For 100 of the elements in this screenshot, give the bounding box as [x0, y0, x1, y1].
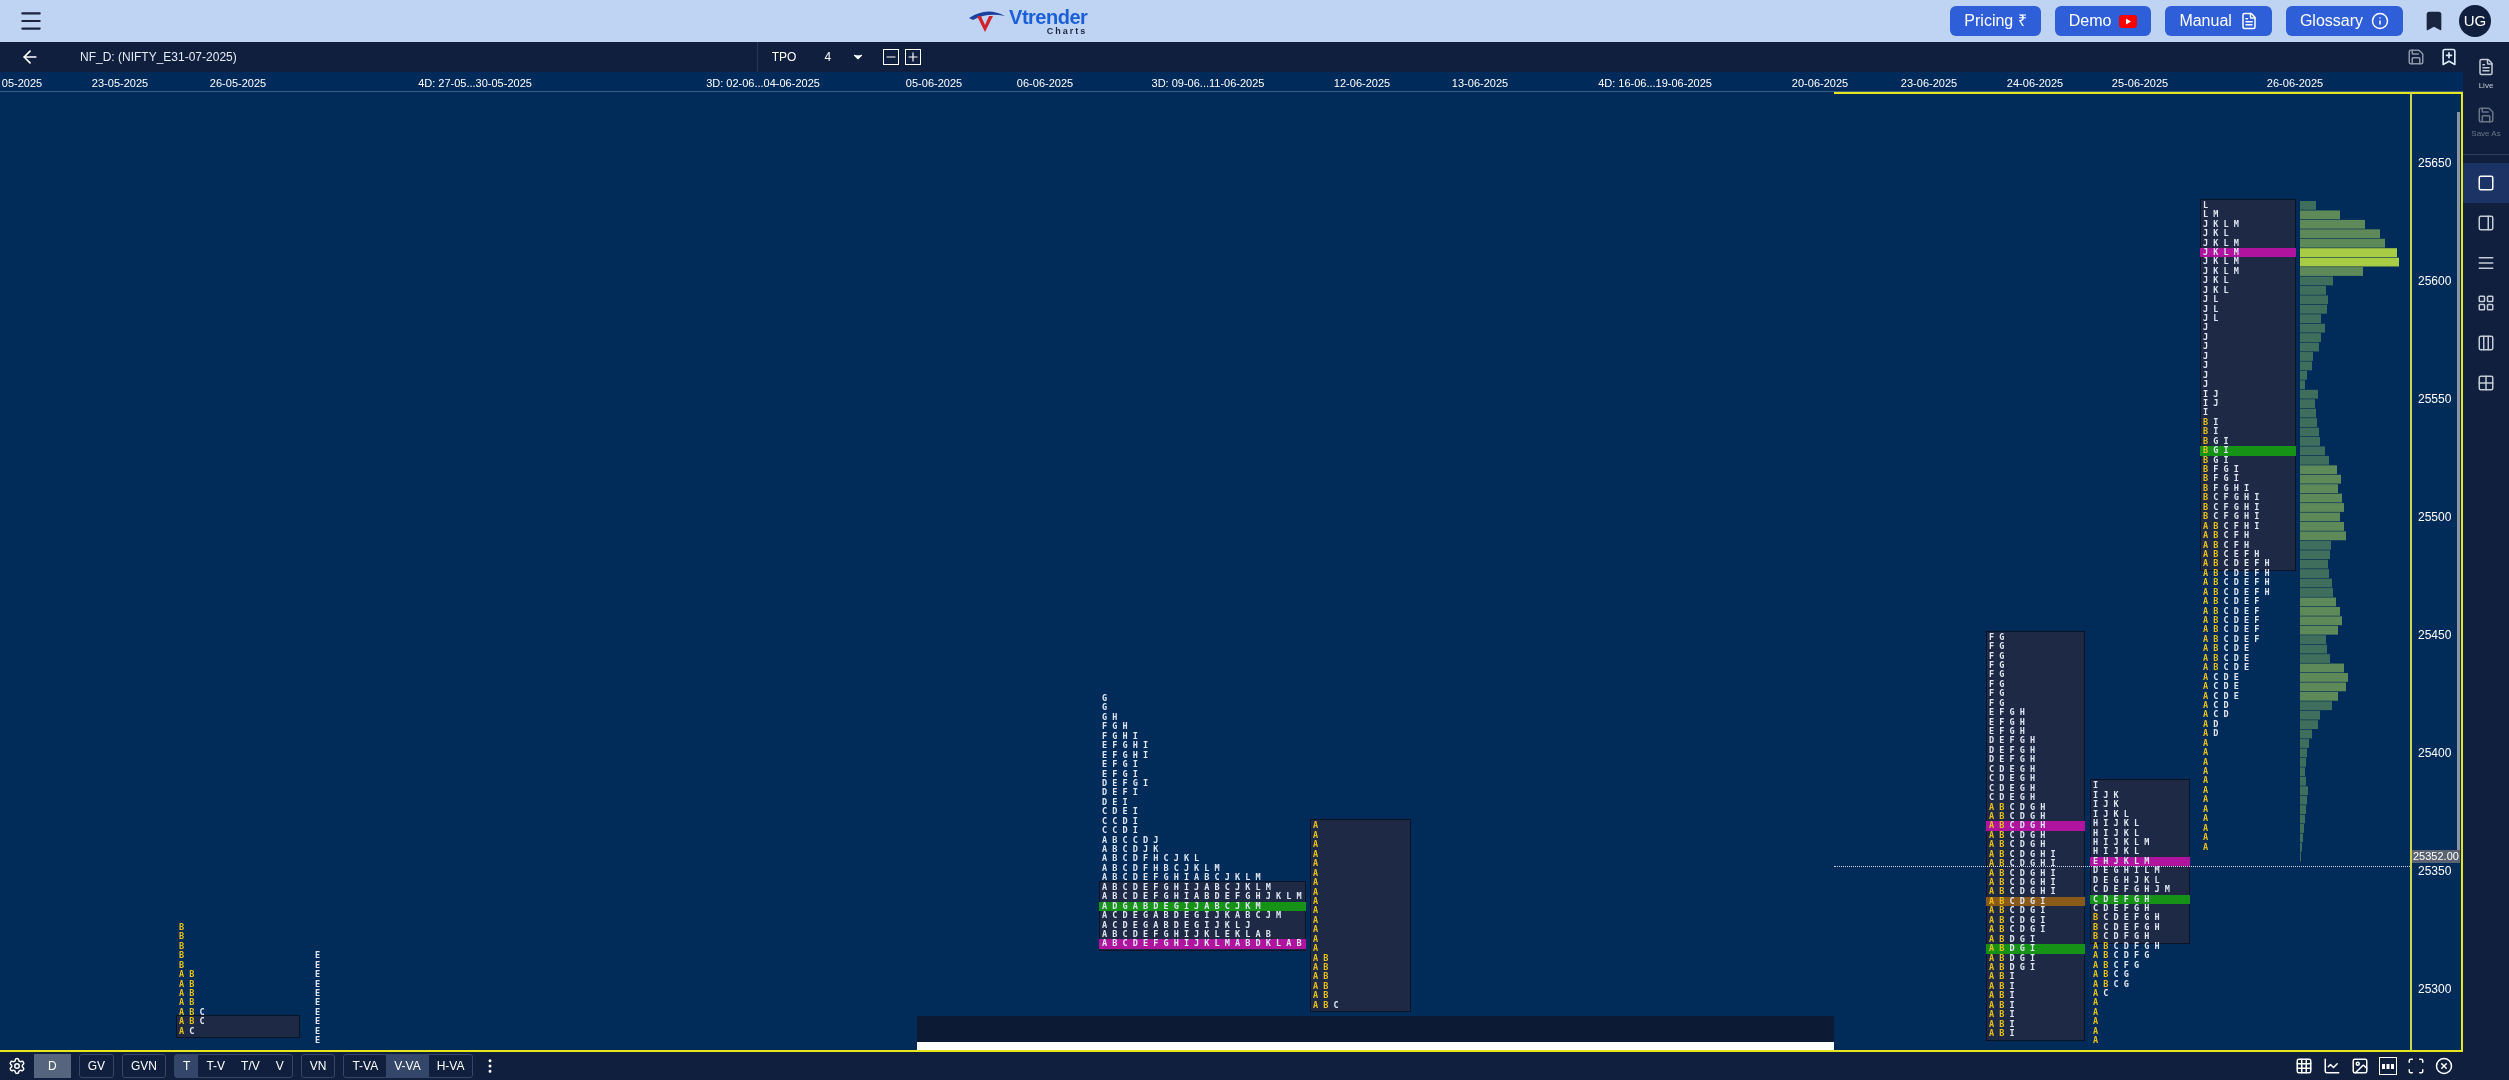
view-mode-button[interactable]: V-VA [386, 1055, 429, 1077]
tpo-row-text: A B C F H [2202, 531, 2251, 541]
tpo-row-text: A B C D G H I [1988, 878, 2057, 887]
image-icon[interactable] [2351, 1057, 2369, 1075]
tpo-row-text: A B C D E F [2202, 597, 2261, 607]
focus-icon[interactable] [2407, 1057, 2425, 1075]
view-mode-button[interactable]: VN [301, 1055, 335, 1077]
zoom-out-icon[interactable] [883, 49, 900, 65]
tpo-row-text: I [2092, 781, 2100, 791]
tpo-row-text: C D E G H [1988, 793, 2037, 803]
date-label: 3D: 09-06...11-06-2025 [1151, 76, 1265, 91]
tpo-row-text: A B I [1988, 1010, 2016, 1020]
tpo-row-text: A B I [1988, 1000, 2016, 1010]
view-mode-button[interactable]: D [34, 1054, 71, 1078]
view-mode-button[interactable]: H-VA [428, 1055, 473, 1077]
tpo-row-text: I J [2202, 398, 2220, 408]
date-label: 3D: 02-06...04-06-2025 [706, 76, 820, 91]
tpo-row-text: F G [1988, 670, 2006, 680]
view-mode-button[interactable]: GV [79, 1055, 113, 1077]
bookmark-add-icon[interactable] [2439, 47, 2459, 67]
pricing-button[interactable]: Pricing ₹ [1950, 6, 2041, 36]
glossary-button[interactable]: Glossary [2285, 6, 2403, 36]
tpo-row-text: E [314, 951, 322, 961]
tpo-row-text: J K L M [2202, 219, 2240, 229]
tpo-row-text: A [2092, 1007, 2100, 1017]
view-mode-button[interactable]: T/V [233, 1055, 268, 1077]
tpo-row-text: B C F G H I [2202, 502, 2261, 512]
tpo-row-text: C C D I [1101, 826, 1139, 836]
line-chart-icon[interactable] [2323, 1057, 2341, 1075]
text-box-icon[interactable] [2379, 1057, 2397, 1075]
tpo-row-text: A B C D G H [1988, 830, 2047, 840]
tpo-row-text: A B C D F G [2092, 951, 2151, 961]
tpo-row-text: A B C D F H C J K L [1101, 854, 1201, 864]
view-mode-button[interactable]: T [175, 1055, 199, 1077]
tpo-row-text: A B C D G H [1988, 802, 2047, 812]
tpo-row-text: B G I [2202, 455, 2230, 465]
tpo-row-text: A B [1312, 972, 1330, 982]
close-icon[interactable] [2435, 1057, 2453, 1075]
tpo-row-text: E F G H I [1101, 750, 1150, 760]
tpo-row-text: J [2202, 380, 2210, 390]
tpo-row-text: A B D G I [1988, 934, 2037, 944]
sidebar-tool[interactable]: Live [2477, 58, 2495, 92]
square-icon[interactable] [2463, 163, 2509, 203]
tpo-row-text: A B [178, 979, 196, 989]
tpo-row-text: B [178, 951, 186, 961]
document-icon [2239, 12, 2258, 30]
tpo-row: A B D G I [1986, 944, 2085, 954]
tpo-row-text: A [2202, 842, 2210, 852]
tpo-row-text: A [2202, 757, 2210, 767]
price-label: 25600 [2418, 275, 2452, 287]
price-label: 25400 [2418, 747, 2452, 759]
tpo-row-text: D E F G H [1988, 736, 2037, 746]
view-mode-button[interactable]: T-VA [344, 1055, 387, 1077]
date-label: 4D: 16-06...19-06-2025 [1598, 76, 1712, 91]
grid-icon[interactable] [2295, 1057, 2313, 1075]
tpo-row-text: B G I [2202, 436, 2230, 446]
tpo-row-text: E F G I [1101, 769, 1139, 779]
tpo-row-text: A B C E F H [2202, 549, 2261, 559]
tpo-row: A B C D E F G H I J K L M A B D K L A B [1099, 939, 1306, 949]
tpo-row-text: H I J K L [2092, 847, 2141, 857]
view-mode-button[interactable]: T-V [198, 1055, 234, 1077]
tpo-row-text: F G [1988, 642, 2006, 652]
tpo-row-text: J [2202, 342, 2210, 352]
tpo-row-text: J [2202, 351, 2210, 361]
tpo-row-text: H I J K L M [2092, 837, 2151, 847]
tpo-row-text: F G H I [1101, 731, 1139, 741]
tpo-row-text: J [2202, 370, 2210, 380]
price-label: 25650 [2418, 157, 2452, 169]
tpo-row-text: E [314, 960, 322, 970]
tpo-row-text: C D E F G H J M [2092, 885, 2171, 895]
tpo-row-text: B F G I [2202, 474, 2240, 484]
date-label: 05-06-2025 [905, 76, 963, 91]
tpo-row-text: A B C C D J [1101, 835, 1160, 845]
tpo-row-text: A [1312, 840, 1320, 850]
manual-button[interactable]: Manual [2165, 6, 2272, 36]
view-mode-button[interactable]: V [267, 1055, 292, 1077]
tpo-row-text: A B C F G [2092, 960, 2141, 970]
tpo-row-text: A [2202, 776, 2210, 786]
tpo-row-text: A B C D E [2202, 653, 2251, 663]
zoom-in-icon[interactable] [905, 49, 922, 65]
tpo-row-text: J K L M [2202, 257, 2240, 267]
tpo-size-value[interactable]: 4 [824, 48, 832, 66]
price-label: 25500 [2418, 511, 2452, 523]
tpo-row-text: F G [1988, 689, 2006, 699]
tpo-row-text: A [2202, 785, 2210, 795]
tpo-row-text: A B C D E F [2202, 634, 2261, 644]
demo-button[interactable]: Demo [2054, 6, 2152, 36]
tpo-row-text: A [2202, 748, 2210, 758]
tpo-row-text: F G [1988, 679, 2006, 689]
date-label: 25-06-2025 [2111, 76, 2169, 91]
view-mode-button[interactable]: GVN [123, 1055, 166, 1077]
user-avatar[interactable]: UG [2459, 5, 2491, 37]
tpo-row: E H J K L M [2090, 856, 2190, 867]
tpo-row-text: A [2202, 833, 2210, 843]
tpo-row-text: G [1101, 703, 1109, 713]
settings-icon[interactable] [8, 1057, 26, 1075]
tpo-row-text: E [314, 989, 322, 998]
save-icon[interactable] [2407, 48, 2425, 66]
tpo-row-text: A [2092, 1036, 2100, 1046]
tpo-row-text: A [1312, 830, 1320, 840]
